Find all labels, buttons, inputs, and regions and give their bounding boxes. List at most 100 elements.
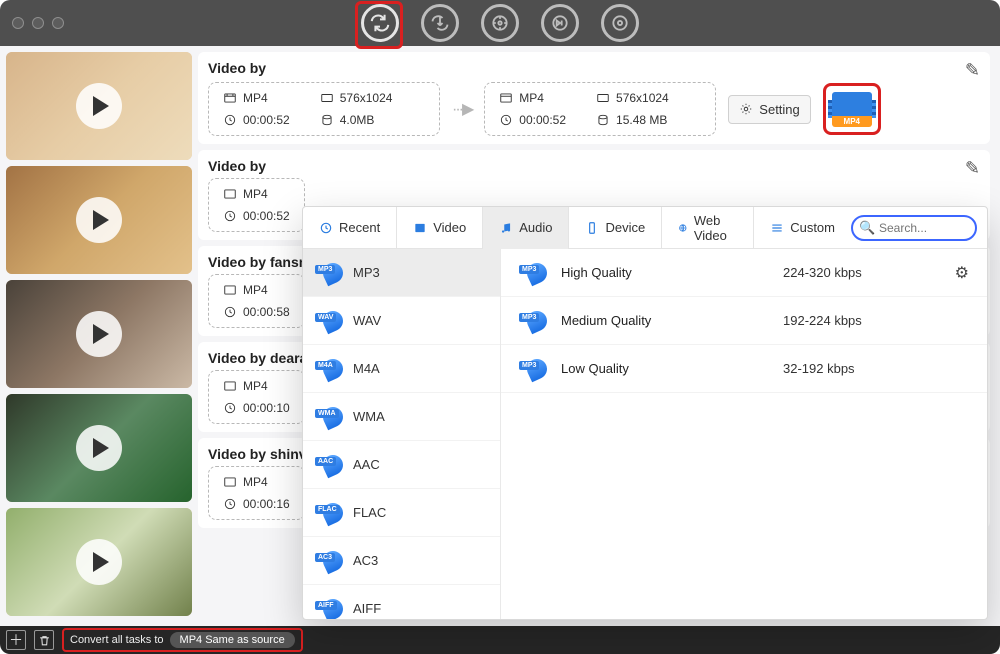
play-icon[interactable] (76, 83, 122, 129)
bottom-bar: ＋ Convert all tasks to MP4 Same as sourc… (0, 626, 1000, 654)
window-traffic-lights (0, 17, 64, 29)
audio-format-m4a[interactable]: M4A M4A (303, 345, 500, 393)
format-badge-icon: AAC (315, 453, 345, 477)
format-label: AAC (353, 457, 380, 472)
popover-tabs: Recent Video Audio Device Web Video Cust… (303, 207, 987, 249)
source-container: MP4 (243, 379, 268, 393)
source-container: MP4 (243, 91, 268, 105)
video-thumbnail[interactable] (6, 280, 192, 388)
minimize-window-icon[interactable] (32, 17, 44, 29)
zoom-window-icon[interactable] (52, 17, 64, 29)
play-icon[interactable] (76, 425, 122, 471)
setting-label: Setting (759, 102, 799, 117)
tab-video[interactable]: Video (397, 207, 483, 249)
format-badge-icon: MP3 (519, 357, 549, 381)
source-duration: 00:00:16 (243, 497, 290, 511)
search-wrap: 🔍 (851, 215, 977, 241)
quality-title: Medium Quality (561, 313, 771, 328)
quality-rate: 192-224 kbps (783, 313, 969, 328)
video-thumbnail[interactable] (6, 508, 192, 616)
tab-audio[interactable]: Audio (483, 207, 569, 249)
quality-title: High Quality (561, 265, 771, 280)
arrow-icon: ···▶ (452, 99, 472, 119)
add-task-button[interactable]: ＋ (6, 630, 26, 650)
blurred-author (270, 63, 338, 75)
task-title: Video by (208, 158, 980, 174)
video-thumbnail[interactable] (6, 52, 192, 160)
play-icon[interactable] (76, 311, 122, 357)
source-container: MP4 (243, 283, 268, 297)
setting-button[interactable]: Setting (728, 95, 810, 124)
source-info: MP4 00:00:10 (208, 370, 305, 424)
format-label: M4A (353, 361, 380, 376)
quality-title: Low Quality (561, 361, 771, 376)
source-duration: 00:00:10 (243, 401, 290, 415)
play-icon[interactable] (76, 197, 122, 243)
tab-device[interactable]: Device (569, 207, 662, 249)
format-badge-icon: AIFF (315, 597, 345, 620)
source-container: MP4 (243, 187, 268, 201)
audio-format-aac[interactable]: AAC AAC (303, 441, 500, 489)
source-resolution: 576x1024 (340, 91, 393, 105)
audio-format-flac[interactable]: FLACFLAC (303, 489, 500, 537)
edit-tab-icon[interactable] (541, 4, 579, 42)
target-resolution: 576x1024 (616, 91, 669, 105)
tab-recent[interactable]: Recent (303, 207, 397, 249)
audio-format-ac3[interactable]: AC3 AC3 (303, 537, 500, 585)
audio-format-mp3[interactable]: MP3 MP3 (303, 249, 500, 297)
format-badge-icon: MP3 (315, 261, 345, 285)
audio-format-wav[interactable]: WAV WAV (303, 297, 500, 345)
format-badge-icon: WAV (315, 309, 345, 333)
tab-web-video[interactable]: Web Video (662, 207, 754, 249)
audio-format-aiff[interactable]: AIFF AIFF (303, 585, 500, 619)
convert-all-format[interactable]: MP4 Same as source (170, 632, 295, 648)
task-row: Video by ✎ MP4 00:00:52 576x1024 4.0MB ·… (198, 52, 990, 144)
burn-tab-icon[interactable] (601, 4, 639, 42)
source-duration: 00:00:52 (243, 113, 290, 127)
quality-rate: 32-192 kbps (783, 361, 969, 376)
quality-option[interactable]: MP3Medium Quality192-224 kbps (501, 297, 987, 345)
format-badge-icon: M4A (315, 357, 345, 381)
source-duration: 00:00:52 (243, 209, 290, 223)
source-duration: 00:00:58 (243, 305, 290, 319)
audio-format-wma[interactable]: WMAWMA (303, 393, 500, 441)
titlebar (0, 0, 1000, 46)
delete-task-button[interactable] (34, 630, 54, 650)
format-label: WAV (353, 313, 381, 328)
quality-list: MP3 High Quality 224-320 kbps ⚙ MP3 Medium Qu… (501, 249, 987, 619)
format-label: MP3 (353, 265, 380, 280)
quality-option[interactable]: MP3 High Quality 224-320 kbps ⚙ (501, 249, 987, 297)
format-badge-icon: AC3 (315, 549, 345, 573)
source-size: 4.0MB (340, 113, 375, 127)
rename-icon[interactable]: ✎ (965, 158, 980, 179)
tab-custom[interactable]: Custom (754, 207, 851, 249)
format-label: AIFF (353, 601, 381, 616)
quality-option[interactable]: MP3 Low Quality 32-192 kbps (501, 345, 987, 393)
format-badge-icon: MP3 (519, 261, 549, 285)
source-info: MP4 00:00:58 (208, 274, 305, 328)
gear-icon[interactable]: ⚙ (955, 263, 969, 283)
target-format-button[interactable]: MP4 (829, 89, 875, 129)
source-info: MP4 00:00:52 576x1024 4.0MB (208, 82, 440, 136)
search-icon: 🔍 (859, 220, 875, 236)
format-popover: Recent Video Audio Device Web Video Cust… (302, 206, 988, 620)
format-label: AC3 (353, 553, 378, 568)
quality-rate: 224-320 kbps (783, 265, 943, 280)
target-info: MP4 00:00:52 576x1024 15.48 MB (484, 82, 716, 136)
video-thumbnail[interactable] (6, 394, 192, 502)
target-container: MP4 (519, 91, 544, 105)
convert-all-block: Convert all tasks to MP4 Same as source (62, 628, 303, 652)
close-window-icon[interactable] (12, 17, 24, 29)
video-thumbnail[interactable] (6, 166, 192, 274)
convert-tab-icon[interactable] (361, 4, 399, 42)
thumbnail-column (0, 46, 192, 626)
play-icon[interactable] (76, 539, 122, 585)
compress-tab-icon[interactable] (481, 4, 519, 42)
source-info: MP4 00:00:52 (208, 178, 305, 232)
format-label: FLAC (353, 505, 386, 520)
convert-all-label: Convert all tasks to (70, 634, 164, 646)
source-container: MP4 (243, 475, 268, 489)
blurred-author (270, 161, 338, 173)
rename-icon[interactable]: ✎ (965, 60, 980, 81)
download-tab-icon[interactable] (421, 4, 459, 42)
